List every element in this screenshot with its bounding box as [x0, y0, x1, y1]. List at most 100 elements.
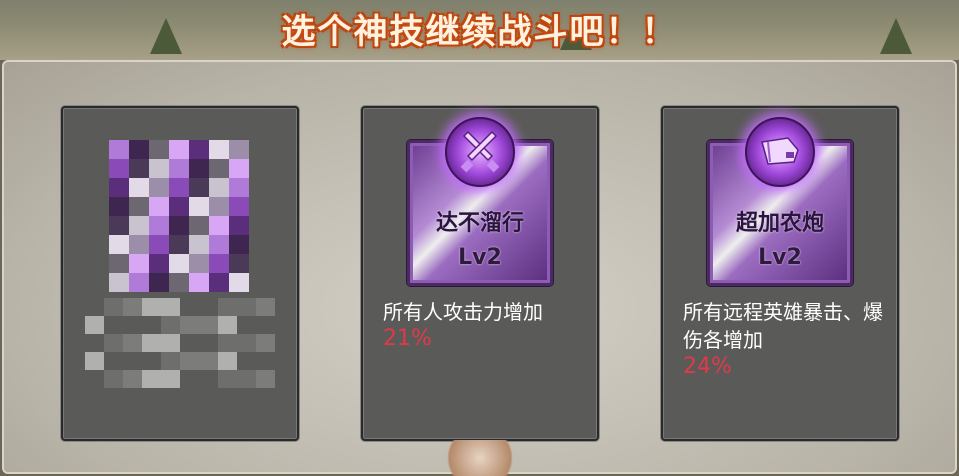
mosaic-tile: [209, 159, 229, 178]
censored-skill-icon: [109, 140, 249, 292]
mosaic-tile: [149, 178, 169, 197]
mosaic-tile: [129, 140, 149, 159]
crossed-swords-icon: [445, 117, 515, 187]
mosaic-tile: [237, 298, 256, 316]
skill-description: 所有人攻击力增加: [383, 300, 543, 324]
mosaic-tile: [109, 197, 129, 216]
mosaic-tile: [85, 352, 104, 370]
mosaic-tile: [169, 273, 189, 292]
mosaic-tile: [256, 352, 275, 370]
skill-level: Lv2: [458, 245, 502, 270]
mosaic-tile: [109, 159, 129, 178]
skill-name: 超加农炮: [735, 211, 824, 236]
mosaic-tile: [129, 235, 149, 254]
mosaic-tile: [256, 370, 275, 388]
mosaic-tile: [109, 273, 129, 292]
mosaic-tile: [189, 216, 209, 235]
cannon-icon: [745, 117, 815, 187]
mosaic-tile: [229, 235, 249, 254]
mosaic-tile: [189, 159, 209, 178]
mosaic-tile: [109, 254, 129, 273]
mosaic-tile: [85, 316, 104, 334]
mosaic-tile: [199, 298, 218, 316]
mosaic-tile: [169, 140, 189, 159]
mosaic-tile: [85, 370, 104, 388]
skill-frame: 达不溜行 Lv2: [407, 117, 553, 286]
mosaic-tile: [237, 370, 256, 388]
skill-card-3[interactable]: 超加农炮 Lv2 所有远程英雄暴击、爆伤各增加 24%: [661, 106, 899, 441]
mosaic-tile: [256, 316, 275, 334]
mosaic-tile: [161, 316, 180, 334]
mosaic-tile: [169, 178, 189, 197]
mosaic-tile: [129, 273, 149, 292]
mosaic-tile: [209, 254, 229, 273]
skill-value: 21%: [383, 326, 432, 351]
mosaic-tile: [189, 178, 209, 197]
mosaic-tile: [123, 316, 142, 334]
censored-skill-text: [85, 298, 275, 388]
mosaic-tile: [209, 273, 229, 292]
mosaic-tile: [199, 316, 218, 334]
mosaic-tile: [109, 140, 129, 159]
mosaic-tile: [85, 298, 104, 316]
mosaic-tile: [123, 370, 142, 388]
mosaic-tile: [209, 178, 229, 197]
mosaic-tile: [218, 370, 237, 388]
mosaic-tile: [229, 216, 249, 235]
mosaic-tile: [169, 235, 189, 254]
mosaic-tile: [142, 352, 161, 370]
mosaic-tile: [142, 370, 161, 388]
mosaic-tile: [229, 197, 249, 216]
mosaic-tile: [109, 235, 129, 254]
mosaic-tile: [218, 298, 237, 316]
mosaic-tile: [129, 216, 149, 235]
mosaic-tile: [161, 370, 180, 388]
skill-level: Lv2: [758, 245, 802, 270]
mosaic-tile: [169, 159, 189, 178]
mosaic-tile: [129, 197, 149, 216]
mosaic-tile: [237, 334, 256, 352]
mosaic-tile: [169, 216, 189, 235]
skill-value: 24%: [683, 354, 732, 379]
mosaic-tile: [209, 140, 229, 159]
mosaic-tile: [180, 334, 199, 352]
mosaic-tile: [180, 370, 199, 388]
mosaic-tile: [256, 298, 275, 316]
mosaic-tile: [149, 197, 169, 216]
mosaic-tile: [104, 352, 123, 370]
mosaic-tile: [180, 298, 199, 316]
mosaic-tile: [209, 235, 229, 254]
mosaic-tile: [180, 316, 199, 334]
mosaic-tile: [237, 316, 256, 334]
mosaic-tile: [229, 273, 249, 292]
skill-card-1[interactable]: [61, 106, 299, 441]
banner-title: 选个神技继续战斗吧！！: [281, 12, 678, 52]
mosaic-tile: [149, 216, 169, 235]
mosaic-tile: [218, 334, 237, 352]
mosaic-tile: [161, 334, 180, 352]
skill-card-2[interactable]: 达不溜行 Lv2 所有人攻击力增加 21%: [361, 106, 599, 441]
mosaic-tile: [123, 298, 142, 316]
mosaic-tile: [229, 159, 249, 178]
mosaic-tile: [149, 254, 169, 273]
mosaic-tile: [104, 370, 123, 388]
mosaic-tile: [109, 216, 129, 235]
mosaic-tile: [142, 334, 161, 352]
mosaic-tile: [218, 352, 237, 370]
mosaic-tile: [161, 298, 180, 316]
mosaic-tile: [142, 316, 161, 334]
skill-name: 达不溜行: [435, 211, 524, 236]
mosaic-tile: [129, 178, 149, 197]
mosaic-tile: [149, 235, 169, 254]
character-avatar-partial: [440, 440, 520, 476]
mosaic-tile: [169, 197, 189, 216]
mosaic-tile: [189, 235, 209, 254]
mosaic-tile: [256, 334, 275, 352]
mosaic-tile: [161, 352, 180, 370]
mosaic-tile: [229, 178, 249, 197]
mosaic-tile: [129, 254, 149, 273]
mosaic-tile: [149, 159, 169, 178]
mosaic-tile: [189, 254, 209, 273]
mosaic-tile: [109, 178, 129, 197]
mosaic-tile: [209, 197, 229, 216]
